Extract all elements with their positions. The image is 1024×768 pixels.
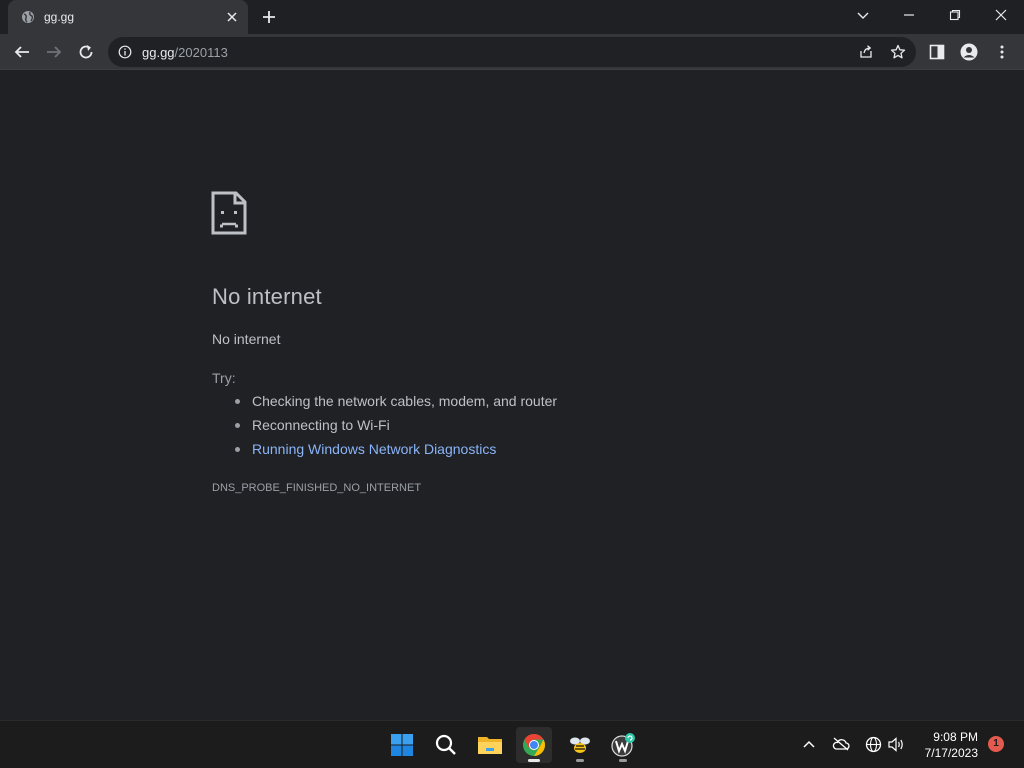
file-explorer-button[interactable]: [472, 727, 508, 763]
taskbar: 9:08 PM 7/17/2023 1: [0, 720, 1024, 768]
network-diagnostics-link[interactable]: Running Windows Network Diagnostics: [235, 441, 557, 465]
close-window-button[interactable]: [990, 6, 1012, 24]
volume-control[interactable]: [887, 735, 905, 753]
chevron-up-icon: [803, 740, 815, 748]
more-vert-icon: [1000, 45, 1004, 59]
url-host: gg.gg: [142, 45, 175, 60]
chrome-icon: [523, 734, 545, 756]
bookmark-star-icon[interactable]: [890, 44, 906, 60]
clock-date: 7/17/2023: [924, 746, 978, 760]
show-hidden-icons-button[interactable]: [800, 735, 818, 753]
suggestions-list: Checking the network cables, modem, and …: [235, 393, 557, 465]
w-app-button[interactable]: [605, 727, 641, 763]
minimize-button[interactable]: [898, 6, 920, 24]
url-path: /2020113: [174, 45, 228, 60]
forward-button[interactable]: [44, 42, 64, 62]
network-status[interactable]: [864, 735, 882, 753]
browser-tab[interactable]: gg.gg: [8, 0, 248, 34]
try-label: Try:: [212, 370, 236, 386]
url-text: gg.gg/2020113: [142, 45, 228, 60]
browser-toolbar: gg.gg/2020113: [0, 34, 1024, 70]
running-indicator: [528, 759, 540, 762]
chevron-down-icon: [857, 12, 869, 19]
tab-title: gg.gg: [44, 10, 75, 24]
back-button[interactable]: [12, 42, 32, 62]
minimize-icon: [904, 14, 914, 16]
folder-icon: [478, 737, 502, 754]
address-bar[interactable]: gg.gg/2020113: [108, 37, 916, 67]
profile-icon: [960, 43, 978, 61]
new-tab-icon[interactable]: [260, 8, 278, 26]
close-icon: [995, 9, 1007, 21]
restore-icon: [949, 9, 961, 21]
suggestion-check-cables: Checking the network cables, modem, and …: [235, 393, 557, 417]
suggestion-reconnect-wifi: Reconnecting to Wi-Fi: [235, 417, 557, 441]
notification-badge[interactable]: 1: [988, 736, 1004, 752]
side-panel-button[interactable]: [927, 42, 947, 62]
share-icon[interactable]: [858, 44, 874, 60]
start-button[interactable]: [384, 727, 420, 763]
reload-button[interactable]: [76, 42, 96, 62]
title-bar: gg.gg: [0, 0, 1024, 34]
restore-button[interactable]: [944, 6, 966, 24]
sad-page-icon: [211, 191, 247, 235]
cloud-offline-icon: [832, 737, 850, 751]
close-tab-icon[interactable]: [225, 10, 239, 24]
onedrive-status[interactable]: [832, 735, 850, 753]
arrow-right-icon: [47, 46, 62, 58]
running-indicator: [619, 759, 627, 762]
bee-app-button[interactable]: [562, 727, 598, 763]
info-icon[interactable]: [118, 45, 132, 59]
side-panel-icon: [929, 44, 945, 60]
globe-network-icon: [865, 736, 881, 752]
error-heading: No internet: [212, 284, 322, 309]
search-button[interactable]: [428, 727, 464, 763]
running-indicator: [576, 759, 584, 762]
w-app-icon: [611, 733, 635, 757]
volume-icon: [887, 736, 903, 752]
error-code: DNS_PROBE_FINISHED_NO_INTERNET: [212, 482, 422, 494]
arrow-left-icon: [14, 46, 29, 58]
globe-icon: [22, 11, 34, 23]
search-icon: [435, 734, 456, 755]
error-subtitle: No internet: [212, 331, 281, 347]
profile-button[interactable]: [959, 42, 979, 62]
clock-time: 9:08 PM: [933, 730, 978, 744]
bee-icon: [570, 737, 590, 753]
menu-button[interactable]: [992, 42, 1012, 62]
taskbar-clock[interactable]: 9:08 PM 7/17/2023: [912, 729, 978, 761]
reload-icon: [79, 45, 93, 59]
windows-logo-icon: [391, 734, 413, 756]
tab-search-button[interactable]: [852, 6, 874, 24]
chrome-taskbar-button[interactable]: [516, 727, 552, 763]
page-content: No internet No internet Try: Checking th…: [0, 71, 1024, 720]
